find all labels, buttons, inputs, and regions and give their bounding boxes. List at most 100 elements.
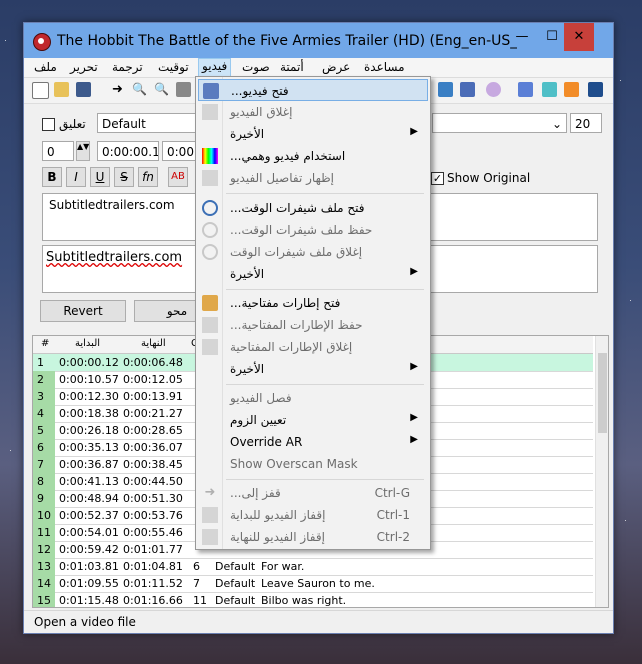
menu-save-keyframes[interactable]: ...حفظ الإطارات المفتاحية — [198, 314, 428, 336]
strikeout-button[interactable]: S — [114, 167, 134, 187]
menu-jump-end[interactable]: إقفاز الفيديو للنهاية Ctrl-2 — [198, 526, 428, 548]
styling-assistant-icon[interactable] — [438, 82, 453, 97]
bold-button[interactable]: B — [42, 167, 62, 187]
menu-jump-to[interactable]: ➜ ...قفز إلى Ctrl-G — [198, 482, 428, 504]
new-file-icon[interactable] — [32, 82, 49, 99]
zoom-in-icon[interactable]: 🔍 — [132, 82, 147, 97]
menu-save-timecodes[interactable]: ...حفظ ملف شيفرات الوقت — [198, 219, 428, 241]
minimize-button[interactable]: — — [507, 23, 537, 51]
menu-automation[interactable]: أتمتة — [280, 60, 304, 74]
menu-open-timecodes[interactable]: ...فتح ملف شيفرات الوقت — [198, 197, 428, 219]
font-size-field[interactable]: 20 — [570, 113, 602, 133]
start-time-field[interactable]: 0:00:00.12 — [97, 141, 159, 161]
menu-override-ar[interactable]: Override AR ▶ — [198, 431, 428, 453]
row-number: 6 — [33, 439, 55, 456]
color-button[interactable]: AB — [168, 167, 188, 187]
row-end-time: 0:01:11.52 — [123, 577, 183, 590]
menu-recent-timecodes[interactable]: الأخيرة ▶ — [198, 263, 428, 285]
dummy-video-icon — [202, 148, 218, 164]
font-button[interactable]: fn — [138, 167, 158, 187]
translation-icon[interactable] — [460, 82, 475, 97]
title-bar[interactable]: The Hobbit The Battle of the Five Armies… — [24, 23, 613, 58]
row-style: Default — [215, 594, 256, 607]
submenu-arrow-icon: ▶ — [410, 434, 418, 445]
jump-start-icon — [202, 507, 218, 523]
maximize-button[interactable]: ☐ — [537, 23, 567, 51]
row-number: 12 — [33, 541, 55, 558]
menu-close-video[interactable]: إغلاق الفيديو — [198, 101, 428, 123]
menu-subtitle[interactable]: ترجمة — [112, 60, 143, 74]
col-num: # — [41, 338, 50, 349]
row-start-time: 0:01:03.81 — [59, 560, 119, 573]
row-end-time: 0:00:36.07 — [123, 441, 183, 454]
resample-icon[interactable] — [518, 82, 533, 97]
table-row[interactable]: 13 0:01:03.81 0:01:04.81 6 Default For war. — [33, 558, 593, 576]
close-timecodes-icon — [202, 244, 218, 260]
show-original-checkbox[interactable]: ✓ — [431, 172, 444, 185]
menu-help[interactable]: مساعدة — [364, 60, 405, 74]
scroll-thumb[interactable] — [598, 353, 607, 433]
menu-recent-keyframes[interactable]: الأخيرة ▶ — [198, 358, 428, 380]
row-style: Default — [215, 560, 256, 573]
menu-close-keyframes[interactable]: إغلاق الإطارات المفتاحية — [198, 336, 428, 358]
menu-dummy-video[interactable]: ...استخدام فيديو وهمي — [198, 145, 428, 167]
menu-recent-video[interactable]: الأخيرة ▶ — [198, 123, 428, 145]
menu-separator — [226, 193, 424, 194]
fish-icon[interactable] — [564, 82, 579, 97]
submenu-arrow-icon: ▶ — [410, 412, 418, 423]
italic-button[interactable]: I — [66, 167, 86, 187]
comment-label: تعليق — [59, 117, 86, 131]
end-time-field[interactable]: 0:00:0 — [162, 141, 197, 161]
stop-icon[interactable] — [588, 82, 603, 97]
close-button[interactable]: ✕ — [564, 23, 594, 51]
menu-video[interactable]: فيديو — [198, 58, 232, 77]
tool-icon[interactable] — [176, 82, 191, 97]
font-dropdown[interactable]: ⌄ — [432, 113, 567, 133]
zoom-out-icon[interactable]: 🔍 — [154, 82, 169, 97]
revert-button[interactable]: Revert — [40, 300, 126, 322]
menu-edit[interactable]: تحرير — [70, 60, 98, 74]
menu-file[interactable]: ملف — [34, 60, 57, 74]
row-end-time: 0:01:04.81 — [123, 560, 183, 573]
jump-arrow-icon: ➜ — [204, 485, 216, 500]
layer-spin[interactable]: ▲▼ — [76, 141, 90, 161]
table-row[interactable]: 14 0:01:09.55 0:01:11.52 7 Default Leave Saur… — [33, 575, 593, 593]
kanji-icon[interactable] — [486, 82, 501, 97]
menu-close-timecodes[interactable]: إغلاق ملف شيفرات الوقت — [198, 241, 428, 263]
menu-view[interactable]: عرض — [322, 60, 350, 74]
open-folder-icon[interactable] — [54, 82, 69, 97]
save-keyframes-icon — [202, 317, 218, 333]
menu-timing[interactable]: توقيت — [158, 60, 189, 74]
row-end-time: 0:00:53.76 — [123, 509, 183, 522]
menu-bar: ملف تحرير ترجمة توقيت فيديو صوت أتمتة عر… — [24, 58, 613, 78]
menu-open-keyframes[interactable]: ...فتح إطارات مفتاحية — [198, 292, 428, 314]
open-video-icon — [203, 83, 219, 99]
row-start-time: 0:00:12.30 — [59, 390, 119, 403]
style-dropdown[interactable]: Default — [97, 113, 197, 133]
menu-separator — [226, 479, 424, 480]
menu-set-zoom[interactable]: تعيين الزوم ▶ — [198, 409, 428, 431]
comment-checkbox[interactable] — [42, 118, 55, 131]
row-end-time: 0:01:16.66 — [123, 594, 183, 607]
menu-jump-start[interactable]: إقفاز الفيديو للبداية Ctrl-1 — [198, 504, 428, 526]
window-title: The Hobbit The Battle of the Five Armies… — [57, 33, 517, 49]
save-icon[interactable] — [76, 82, 91, 97]
row-cps: 7 — [193, 577, 200, 590]
menu-audio[interactable]: صوت — [242, 60, 270, 74]
underline-button[interactable]: U — [90, 167, 110, 187]
row-style: Default — [215, 577, 256, 590]
table-row[interactable]: 15 0:01:15.48 0:01:16.66 11 Default Bilbo was… — [33, 592, 593, 607]
layer-field[interactable]: 0 — [42, 141, 74, 161]
video-details-icon — [202, 170, 218, 186]
menu-overscan-mask[interactable]: Show Overscan Mask — [198, 453, 428, 475]
menu-detach-video[interactable]: فصل الفيديو — [198, 387, 428, 409]
menu-open-video[interactable]: ...فتح فيديو — [198, 79, 428, 101]
row-start-time: 0:00:35.13 — [59, 441, 119, 454]
row-start-time: 0:00:59.42 — [59, 543, 119, 556]
jump-arrow-icon[interactable]: ➜ — [110, 82, 125, 97]
menu-video-details[interactable]: إظهار تفاصيل الفيديو — [198, 167, 428, 189]
star — [625, 520, 626, 521]
submenu-arrow-icon: ▶ — [410, 266, 418, 277]
grid-scrollbar[interactable] — [595, 336, 608, 607]
timing-icon[interactable] — [542, 82, 557, 97]
